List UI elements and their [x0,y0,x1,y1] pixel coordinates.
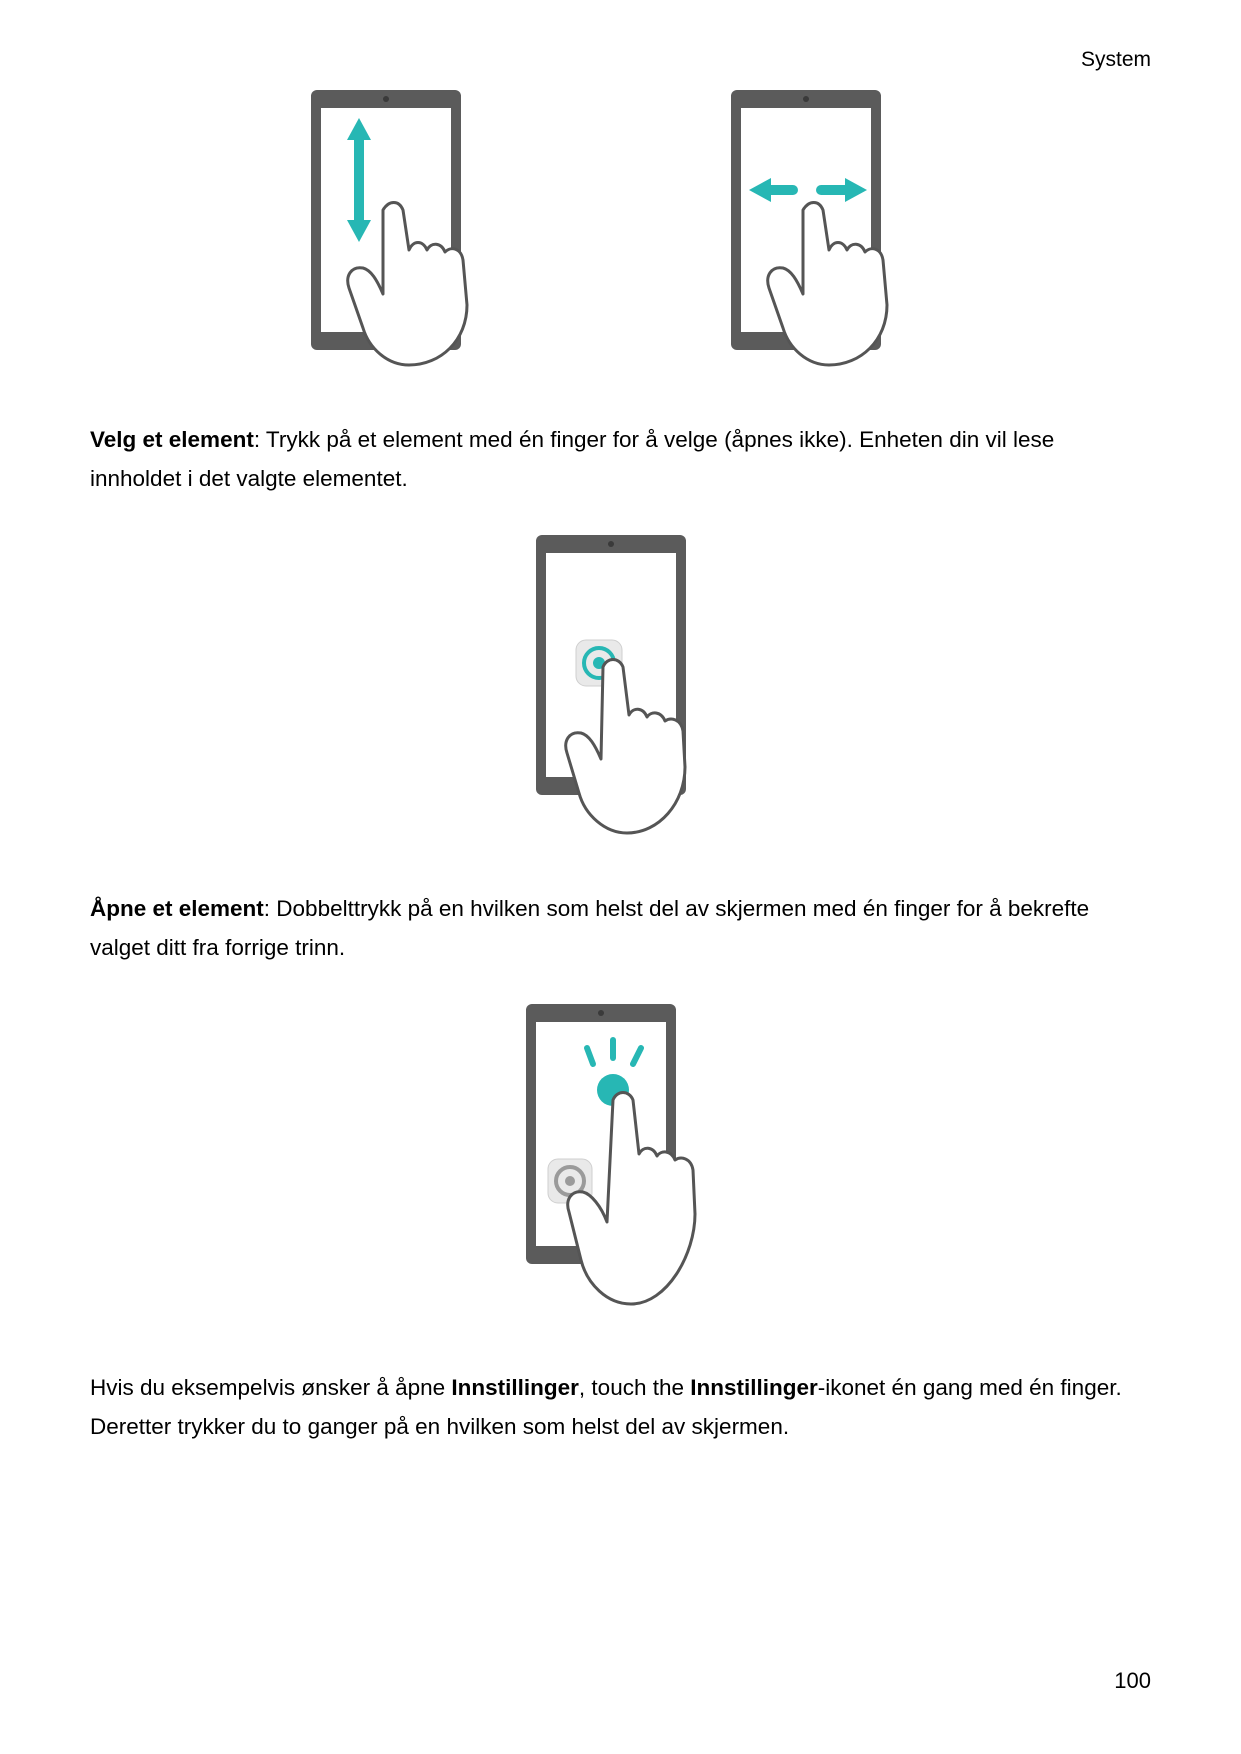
page: System [0,0,1241,1754]
swipe-horizontal-illustration [711,90,951,380]
bold-open-element: Åpne et element [90,896,264,921]
text-example-pre: Hvis du eksempelvis ønsker å åpne [90,1375,451,1400]
paragraph-select-element: Velg et element: Trykk på et element med… [90,420,1151,499]
bold-select-element: Velg et element [90,427,254,452]
header-section-label: System [90,48,1151,72]
figure-double-tap-illustration [90,1004,1151,1324]
double-tap-illustration [501,1004,741,1324]
figure-row-swipe-gestures [90,90,1151,380]
page-number: 100 [1114,1668,1151,1694]
text-example-mid: , touch the [579,1375,690,1400]
figure-tap-illustration [90,535,1151,845]
paragraph-example: Hvis du eksempelvis ønsker å åpne Innsti… [90,1368,1151,1447]
tap-select-illustration [501,535,741,845]
paragraph-open-element: Åpne et element: Dobbelttrykk på en hvil… [90,889,1151,968]
bold-settings-2: Innstillinger [690,1375,818,1400]
swipe-vertical-illustration [291,90,531,380]
bold-settings-1: Innstillinger [451,1375,579,1400]
